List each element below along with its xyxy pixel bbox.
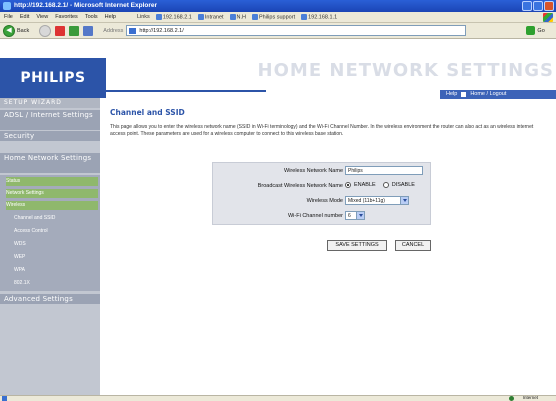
channel-label: Wi-Fi Channel number: [287, 213, 343, 219]
page-icon: [2, 396, 7, 401]
link-item[interactable]: Philips support: [252, 13, 295, 20]
back-label: Back: [17, 27, 30, 34]
page-icon: [155, 13, 162, 20]
enable-label: ENABLE: [354, 182, 376, 188]
sidebar-filler: [0, 306, 100, 395]
minimize-button[interactable]: [522, 1, 532, 11]
main-content: Channel and SSID This page allows you to…: [106, 98, 556, 395]
broadcast-label: Broadcast Wireless Network Name: [257, 183, 343, 189]
menu-edit[interactable]: Edit: [20, 14, 29, 20]
back-button[interactable]: ◀: [3, 24, 15, 37]
ie-icon: [3, 2, 11, 10]
sidebar-subitem-access-control[interactable]: Access Control: [14, 227, 98, 236]
intro-text: This page allows you to enter the wirele…: [110, 124, 534, 137]
menu-bar: File Edit View Favorites Tools Help Link…: [0, 12, 556, 23]
address-label: Address: [103, 27, 124, 34]
section-title: Channel and SSID: [110, 108, 185, 117]
window-controls: [522, 1, 554, 11]
sidebar-subitem-8021x[interactable]: 802.1X: [14, 279, 98, 288]
windows-logo-icon: [543, 13, 553, 22]
zone-label: Internet: [522, 395, 538, 400]
address-input[interactable]: http://192.168.2.1/: [126, 25, 467, 36]
mode-row: Wireless Mode Mixed (11b+11g): [213, 194, 432, 208]
cancel-button[interactable]: CANCEL: [395, 240, 431, 251]
sidebar-item-setup-wizard[interactable]: SETUP WIZARD: [0, 98, 100, 108]
sidebar-subitem-wireless[interactable]: Wireless: [6, 201, 98, 210]
status-bar: Internet: [0, 395, 556, 401]
page-icon: [129, 28, 137, 34]
link-item[interactable]: Intranet: [197, 13, 224, 20]
menu-favorites[interactable]: Favorites: [55, 14, 78, 20]
channel-select[interactable]: 6: [345, 211, 365, 220]
channel-row: Wi-Fi Channel number 6: [213, 209, 432, 223]
menu-file[interactable]: File: [4, 14, 13, 20]
menu-help[interactable]: Help: [105, 14, 116, 20]
broadcast-radio-group: ENABLE DISABLE: [345, 182, 415, 188]
sidebar-item-adsl[interactable]: ADSL / Internet Settings: [0, 110, 100, 130]
page-icon: [229, 13, 236, 20]
sidebar-subitem-status[interactable]: Status: [6, 177, 98, 186]
home-button[interactable]: [83, 25, 94, 36]
go-arrow-icon: [526, 26, 536, 35]
page-icon: [197, 13, 204, 20]
links-label: Links: [136, 13, 150, 20]
chevron-down-icon: [356, 212, 364, 219]
ssid-input[interactable]: Philips: [345, 166, 423, 175]
chevron-down-icon: [400, 197, 408, 204]
go-button[interactable]: Go: [526, 26, 545, 35]
disable-label: DISABLE: [391, 182, 415, 188]
disable-radio[interactable]: [382, 182, 389, 188]
sidebar-subitem-channel-ssid[interactable]: Channel and SSID: [14, 214, 98, 223]
enable-radio[interactable]: [345, 182, 351, 188]
ssid-row: Wireless Network Name Philips: [213, 164, 432, 178]
internet-zone-icon: [509, 396, 514, 401]
maximize-button[interactable]: [533, 1, 543, 11]
wireless-form: Wireless Network Name Philips Broadcast …: [212, 162, 431, 225]
sidebar-subitem-wpa[interactable]: WPA: [14, 266, 98, 275]
menu-tools[interactable]: Tools: [85, 14, 98, 20]
window-titlebar: http://192.168.2.1/ - Microsoft Internet…: [0, 0, 556, 12]
sidebar-item-home-network[interactable]: Home Network Settings: [0, 153, 100, 173]
address-value: http://192.168.2.1/: [139, 28, 184, 34]
link-item[interactable]: N.H: [229, 13, 246, 20]
page-title: HOME NETWORK SETTINGS: [257, 60, 554, 81]
wireless-mode-select[interactable]: Mixed (11b+11g): [345, 196, 409, 205]
save-settings-button[interactable]: SAVE SETTINGS: [327, 240, 387, 251]
window-title: http://192.168.2.1/ - Microsoft Internet…: [14, 2, 158, 9]
forward-button[interactable]: [39, 24, 52, 37]
link-item[interactable]: 192.168.2.1: [155, 13, 192, 20]
browser-toolbar: ◀ Back Address http://192.168.2.1/ Go: [0, 23, 556, 39]
ssid-label: Wireless Network Name: [284, 168, 343, 174]
sidebar-subitem-wep[interactable]: WEP: [14, 253, 98, 262]
header-divider: [106, 90, 266, 92]
sidebar-item-security[interactable]: Security: [0, 131, 100, 141]
page-header: HOME NETWORK SETTINGS: [106, 58, 556, 90]
broadcast-row: Broadcast Wireless Network Name ENABLE D…: [213, 179, 432, 193]
page-icon: [301, 13, 308, 20]
menu-view[interactable]: View: [36, 14, 48, 20]
stop-button[interactable]: [55, 25, 66, 36]
mode-label: Wireless Mode: [306, 198, 343, 204]
refresh-button[interactable]: [69, 25, 80, 36]
links-bar: Links 192.168.2.1 Intranet N.H Philips s…: [136, 13, 337, 20]
link-item[interactable]: 192.168.1.1: [301, 13, 337, 20]
sidebar-subitem-wds[interactable]: WDS: [14, 240, 98, 249]
sidebar-subitem-network-settings[interactable]: Network Settings: [6, 189, 98, 198]
page-icon: [252, 13, 259, 20]
philips-logo: PHILIPS: [0, 58, 106, 98]
close-button[interactable]: [544, 1, 554, 11]
home-icon: [461, 92, 467, 97]
sidebar-item-advanced[interactable]: Advanced Settings: [0, 294, 100, 304]
browser-window: http://192.168.2.1/ - Microsoft Internet…: [0, 0, 556, 401]
